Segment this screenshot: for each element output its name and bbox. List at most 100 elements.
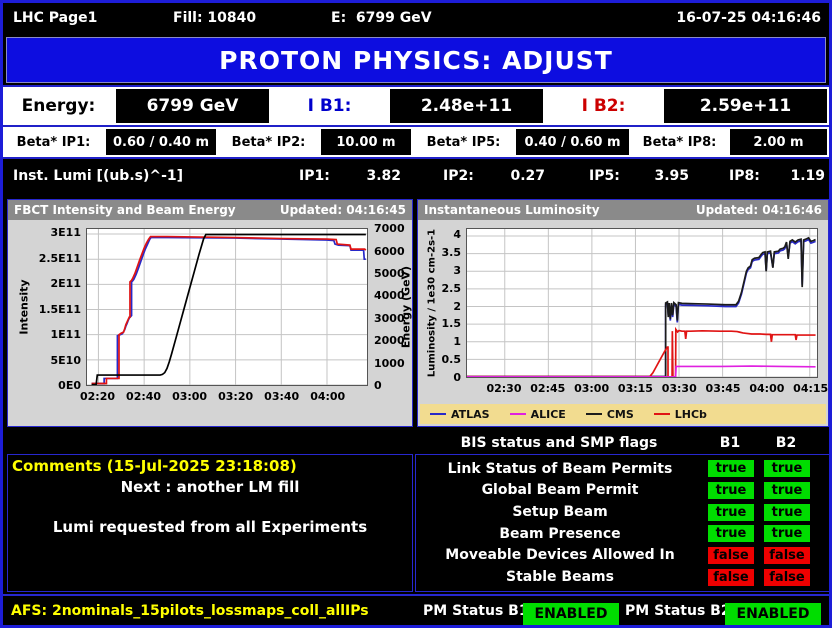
x-tick-label: 03:20 [218,390,253,403]
y-tick-label: 2.5 [442,282,462,295]
bis-col-b2: B2 [763,435,809,451]
series-LHCb [467,329,816,377]
y-tick-label: 5E10 [51,354,81,367]
lower-section: Comments (15-Jul-2025 23:18:08) Next : a… [3,454,829,594]
chart-updated-timestamp: Updated: 04:16:46 [696,203,822,217]
y-tick-label: 1.5 [442,317,462,330]
beta-ip5-label: Beta* IP5: [413,127,514,157]
y-tick-label: 2000 [374,334,405,347]
bis-row: Stable Beams false false [416,567,829,588]
x-tick-label: 02:45 [530,382,565,395]
bis-row-label: Beam Presence [416,526,704,542]
y-axis-title-luminosity: Luminosity / 1e30 cm-2s-1 [427,229,438,377]
chart-title: Instantaneous Luminosity [424,203,600,217]
x-tick-label: 02:20 [80,390,115,403]
fbct-intensity-energy-chart: FBCT Intensity and Beam Energy Updated: … [7,199,413,427]
bis-flag-b2: true [764,460,810,477]
bis-row-label: Stable Beams [416,569,704,585]
legend-item-atlas: ATLAS [430,408,490,421]
lumi-ip5-label: IP5: [589,168,620,184]
bis-title: BIS status and SMP flags [415,435,703,451]
inst-lumi-label: Inst. Lumi [(ub.s)^-1] [13,168,183,184]
lhc-page1-screen: LHC Page1 Fill: 10840 E: 6799 GeV 16-07-… [0,0,832,628]
x-tick-label: 03:40 [264,390,299,403]
y-tick-label: 0 [374,379,382,392]
energy-row: Energy: 6799 GeV I B1: 2.48e+11 I B2: 2.… [3,87,829,125]
energy-label: Energy: [3,87,114,125]
beta-ip2-label: Beta* IP2: [218,127,319,157]
series-ALICE [467,366,816,377]
bis-flag-b1: true [708,525,754,542]
lumi-ip2-value: 0.27 [487,168,545,184]
plot-area [466,228,818,378]
bis-row-label: Setup Beam [416,504,704,520]
pm-status-b1-label: PM Status B1 [423,603,529,619]
bis-row: Link Status of Beam Permits true true [416,458,829,479]
legend-item-cms: CMS [586,408,634,421]
bis-row: Global Beam Permit true true [416,480,829,501]
y-tick-label: 6000 [374,245,405,258]
intensity-b1-value: 2.48e+11 [390,89,543,123]
x-tick-label: 03:00 [172,390,207,403]
series-CMS [467,238,816,377]
bis-flag-b2: true [764,525,810,542]
charts-section: FBCT Intensity and Beam Energy Updated: … [3,197,829,430]
lumi-ip8-label: IP8: [729,168,760,184]
pm-status-b1-value: ENABLED [523,603,619,626]
y-tick-label: 7000 [374,222,405,235]
y-tick-label: 1.5E11 [39,303,81,316]
chart-title-bar: FBCT Intensity and Beam Energy Updated: … [8,200,412,220]
beta-ip8-value: 2.00 m [730,129,827,155]
fill-number: Fill: 10840 [173,10,256,26]
beta-ip1-label: Beta* IP1: [3,127,104,157]
inst-lumi-row: Inst. Lumi [(ub.s)^-1] IP1: 3.82 IP2: 0.… [3,159,829,195]
beta-star-row: Beta* IP1: 0.60 / 0.40 m Beta* IP2: 10.0… [3,127,829,157]
comments-line-2: Lumi requested from all Experiments [8,518,412,536]
bis-row-label: Global Beam Permit [416,482,704,498]
y-tick-label: 3.5 [442,246,462,259]
y-tick-label: 3000 [374,312,405,325]
machine-mode-banner: PROTON PHYSICS: ADJUST [6,37,826,83]
y-tick-label: 4 [453,228,461,241]
comments-header: Comments (15-Jul-2025 23:18:08) [8,455,412,477]
y-tick-label: 2.5E11 [39,252,81,265]
energy-value: 6799 GeV [116,89,269,123]
y-tick-label: 1000 [374,357,405,370]
afs-filling-scheme: AFS: 2nominals_15pilots_lossmaps_coll_al… [11,603,369,619]
beta-ip1-value: 0.60 / 0.40 m [106,129,216,155]
x-tick-label: 03:30 [662,382,697,395]
pm-status-b2-label: PM Status B2 [625,603,731,619]
legend-item-lhcb: LHCb [654,408,707,421]
bis-row-label: Link Status of Beam Permits [416,461,704,477]
legend-swatch [654,413,670,415]
y-tick-label: 0 [453,371,461,384]
bottom-status-row: AFS: 2nominals_15pilots_lossmaps_coll_al… [3,594,829,625]
x-tick-label: 02:30 [486,382,521,395]
beta-ip5-value: 0.40 / 0.60 m [516,129,629,155]
series-ATLAS [467,240,816,377]
pm-status-b2-value: ENABLED [725,603,821,626]
bis-flag-b2: true [764,482,810,499]
chart-body: Intensity Energy (GeV) 02:2002:4003:0003… [8,220,412,426]
chart-title-bar: Instantaneous Luminosity Updated: 04:16:… [418,200,828,220]
lumi-ip8-value: 1.19 [769,168,825,184]
chart-updated-timestamp: Updated: 04:16:45 [280,203,406,217]
bis-row: Moveable Devices Allowed In false false [416,545,829,566]
lumi-ip2-label: IP2: [443,168,474,184]
bis-flag-b1: true [708,482,754,499]
bis-flag-b1: true [708,504,754,521]
x-tick-label: 04:00 [310,390,345,403]
lumi-ip1-label: IP1: [299,168,330,184]
y-tick-label: 0E0 [58,379,81,392]
y-tick-label: 4000 [374,289,405,302]
x-tick-label: 03:00 [574,382,609,395]
beta-ip2-value: 10.00 m [321,129,411,155]
beta-ip8-label: Beta* IP8: [631,127,728,157]
bis-flag-b1: false [708,547,754,564]
bis-flag-b1: true [708,460,754,477]
legend-swatch [510,413,526,415]
chart-legend: ATLASALICECMSLHCb [420,404,826,424]
lumi-ip1-value: 3.82 [343,168,401,184]
top-bar: LHC Page1 Fill: 10840 E: 6799 GeV 16-07-… [3,3,829,35]
bis-flag-b2: false [764,547,810,564]
